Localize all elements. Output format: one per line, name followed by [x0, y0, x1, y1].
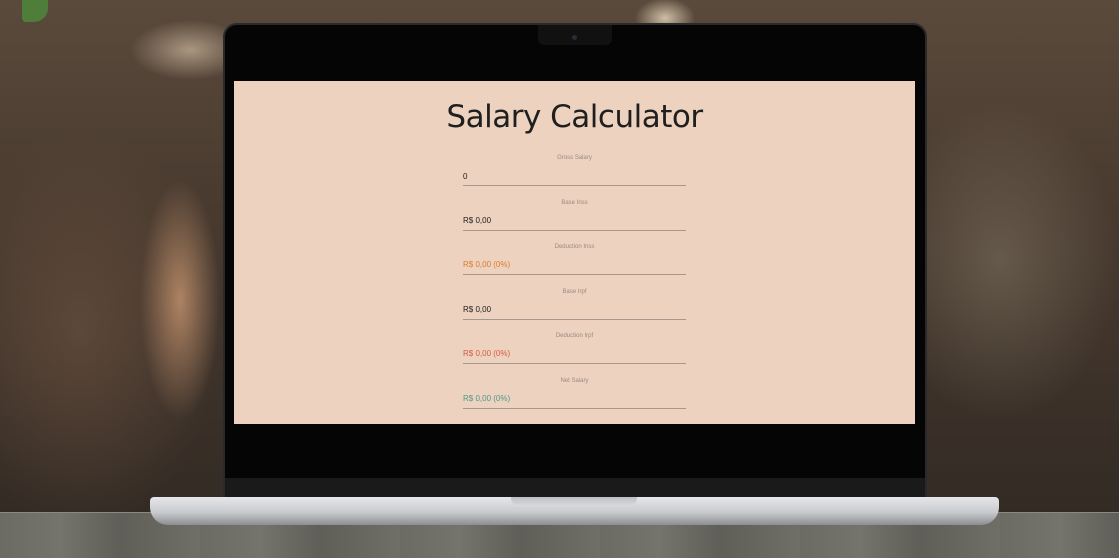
base-irpf-value: R$ 0,00: [463, 297, 686, 320]
base-inss-field: Base Inss R$ 0,00: [463, 198, 686, 242]
net-salary-field: Net Salary R$ 0,00 (0%): [463, 376, 686, 420]
deduction-irpf-value: R$ 0,00 (0%): [463, 341, 686, 364]
net-salary-label: Net Salary: [560, 378, 589, 384]
laptop-opening-notch: [511, 497, 637, 506]
page-title: Salary Calculator: [446, 99, 703, 135]
base-inss-label: Base Inss: [561, 200, 588, 206]
deduction-inss-field: Deduction Inss R$ 0,00 (0%): [463, 242, 686, 286]
laptop-bottom-bezel: [225, 478, 925, 498]
camera-icon: [572, 35, 577, 40]
deduction-inss-value: R$ 0,00 (0%): [463, 252, 686, 275]
base-irpf-label: Base Irpf: [562, 289, 587, 295]
gross-salary-field: Gross Salary: [463, 153, 686, 197]
app-screen: Salary Calculator Gross Salary Base Inss…: [234, 81, 915, 424]
deduction-inss-label: Deduction Inss: [554, 244, 595, 250]
net-salary-value: R$ 0,00 (0%): [463, 386, 686, 409]
gross-salary-input[interactable]: [463, 167, 686, 185]
gross-salary-label: Gross Salary: [557, 155, 592, 161]
gross-salary-value-wrapper: [463, 163, 686, 186]
base-inss-value: R$ 0,00: [463, 208, 686, 231]
deduction-irpf-label: Deduction Irpf: [555, 333, 594, 339]
base-irpf-field: Base Irpf R$ 0,00: [463, 287, 686, 331]
deduction-irpf-field: Deduction Irpf R$ 0,00 (0%): [463, 331, 686, 375]
